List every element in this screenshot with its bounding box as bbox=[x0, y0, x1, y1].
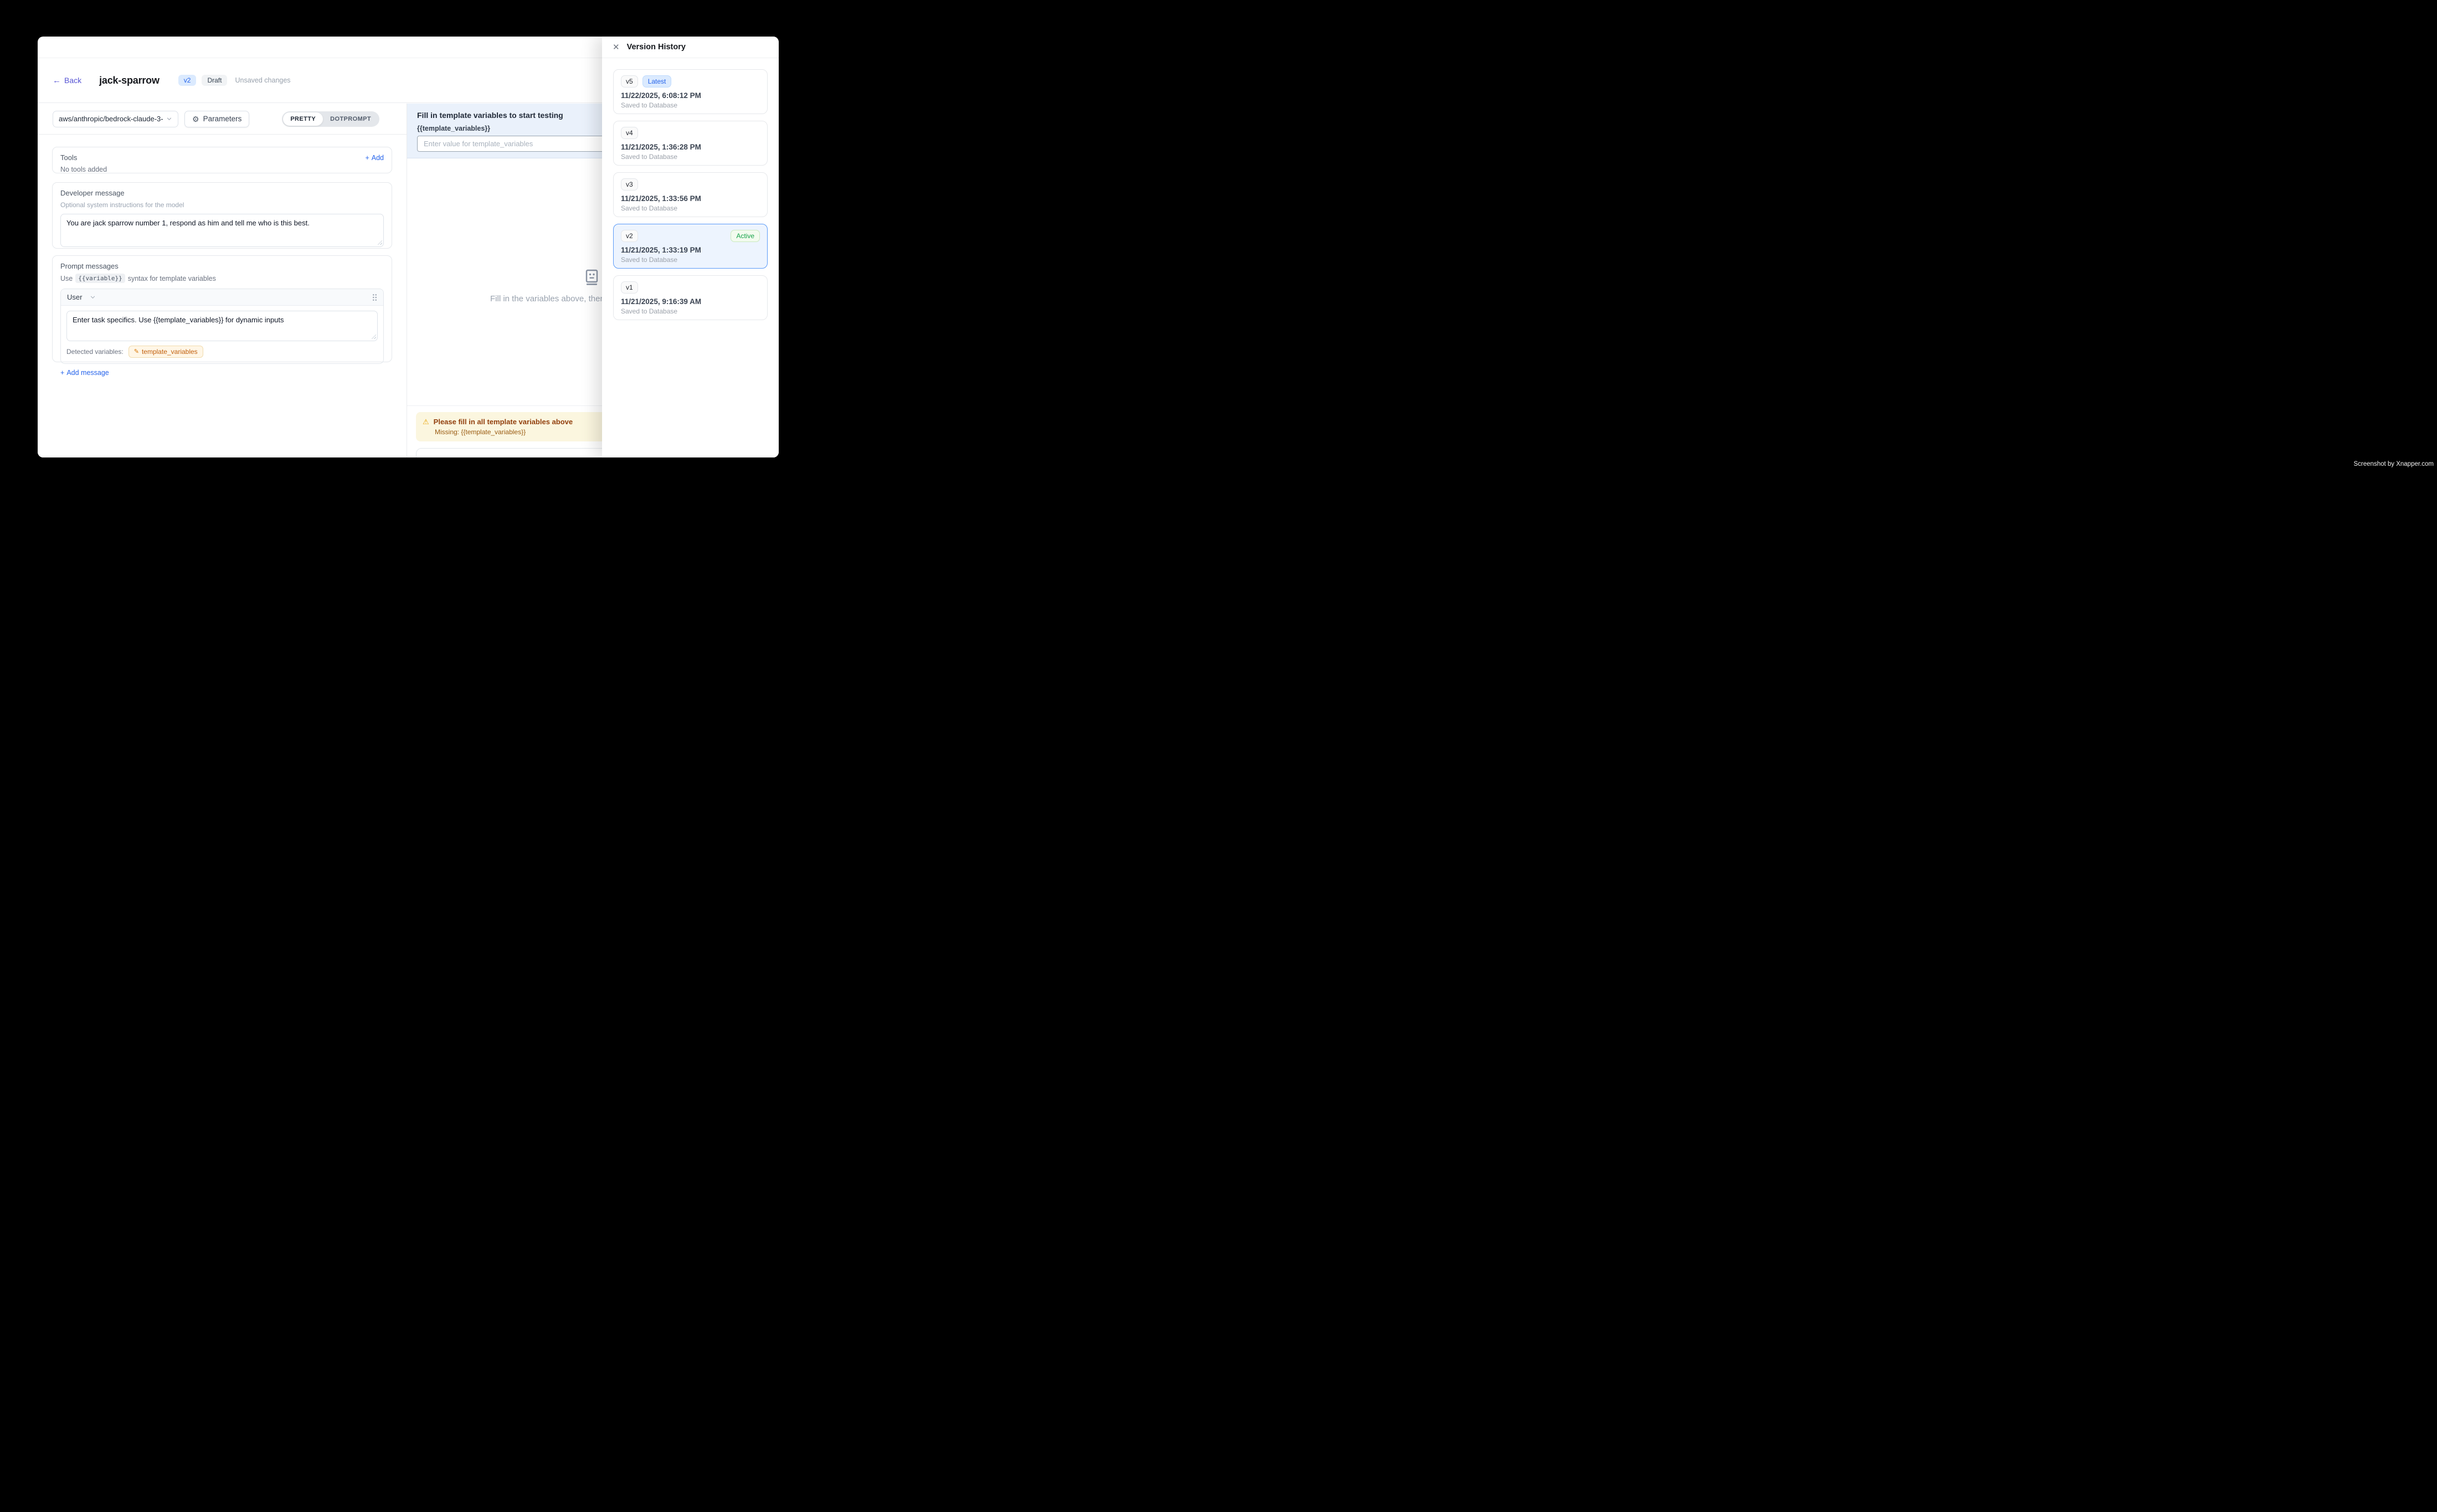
drag-handle-icon[interactable] bbox=[372, 294, 377, 301]
version-number-badge: v2 bbox=[621, 230, 638, 242]
app-window: ← Back jack-sparrow v2 Draft Unsaved cha… bbox=[38, 37, 779, 457]
version-status: Saved to Database bbox=[621, 101, 760, 109]
developer-message-title: Developer message bbox=[60, 189, 384, 197]
back-arrow-icon: ← bbox=[53, 76, 61, 85]
gear-icon: ⚙ bbox=[192, 115, 199, 123]
version-card-v5[interactable]: v5 Latest 11/22/2025, 6:08:12 PM Saved t… bbox=[613, 69, 768, 114]
model-select-value: aws/anthropic/bedrock-claude-3-5-s... bbox=[59, 115, 163, 123]
plus-icon: + bbox=[60, 369, 64, 377]
detected-variable-chip[interactable]: ✎ template_variables bbox=[128, 346, 203, 358]
version-status: Saved to Database bbox=[621, 256, 760, 264]
warning-title: Please fill in all template variables ab… bbox=[434, 418, 573, 426]
add-tool-label: Add bbox=[372, 154, 384, 162]
empty-state-hint: Fill in the variables above, then typ bbox=[490, 294, 618, 304]
version-status: Saved to Database bbox=[621, 204, 760, 212]
version-number-badge: v4 bbox=[621, 127, 638, 139]
version-timestamp: 11/21/2025, 9:16:39 AM bbox=[621, 297, 760, 306]
add-message-label: Add message bbox=[66, 369, 109, 377]
developer-message-subtitle: Optional system instructions for the mod… bbox=[60, 201, 384, 209]
parameters-label: Parameters bbox=[203, 115, 242, 123]
add-message-button[interactable]: + Add message bbox=[60, 369, 384, 377]
screenshot-background: ← Back jack-sparrow v2 Draft Unsaved cha… bbox=[0, 0, 2437, 1512]
role-select[interactable]: User bbox=[67, 293, 96, 301]
version-number-badge: v1 bbox=[621, 281, 638, 294]
close-icon[interactable]: ✕ bbox=[613, 43, 620, 52]
config-panel: aws/anthropic/bedrock-claude-3-5-s... ⚙ … bbox=[38, 104, 407, 457]
version-timestamp: 11/21/2025, 1:36:28 PM bbox=[621, 143, 760, 151]
detected-variable-name: template_variables bbox=[142, 348, 198, 356]
version-timestamp: 11/21/2025, 1:33:19 PM bbox=[621, 246, 760, 254]
version-history-panel: ✕ Version History v5 Latest 11/22/2025, … bbox=[602, 37, 779, 457]
developer-message-input[interactable]: You are jack sparrow number 1, respond a… bbox=[60, 214, 384, 247]
latest-badge: Latest bbox=[642, 75, 672, 88]
version-history-title: Version History bbox=[627, 43, 686, 52]
detected-variables-label: Detected variables: bbox=[66, 348, 124, 356]
config-scroll-area: Tools + Add No tools added Developer mes… bbox=[38, 135, 407, 362]
message-role-header: User bbox=[61, 289, 383, 306]
watermark-text: Screenshot by Xnapper.com bbox=[2354, 461, 2434, 467]
version-status: Saved to Database bbox=[621, 153, 760, 161]
variable-syntax-chip: {{variable}} bbox=[75, 274, 125, 283]
warning-icon: ⚠ bbox=[423, 418, 429, 425]
developer-message-card: Developer message Optional system instru… bbox=[52, 182, 392, 249]
hint-suffix: syntax for template variables bbox=[128, 275, 216, 282]
version-number-badge: v5 bbox=[621, 75, 638, 88]
version-history-list: v5 Latest 11/22/2025, 6:08:12 PM Saved t… bbox=[602, 58, 779, 331]
back-button[interactable]: ← Back bbox=[53, 76, 81, 85]
role-select-value: User bbox=[67, 293, 82, 301]
toggle-dotprompt[interactable]: DOTPROMPT bbox=[323, 112, 378, 126]
detected-variables-row: Detected variables: ✎ template_variables bbox=[61, 341, 383, 363]
version-badge: v2 bbox=[178, 75, 197, 86]
prompt-messages-title: Prompt messages bbox=[60, 262, 384, 270]
version-card-v1[interactable]: v1 11/21/2025, 9:16:39 AM Saved to Datab… bbox=[613, 275, 768, 320]
chevron-down-icon bbox=[166, 116, 172, 122]
prompt-message-input[interactable]: Enter task specifics. Use {{template_var… bbox=[66, 311, 378, 341]
prompt-messages-card: Prompt messages Use {{variable}} syntax … bbox=[52, 255, 392, 362]
back-label: Back bbox=[64, 76, 81, 85]
model-select[interactable]: aws/anthropic/bedrock-claude-3-5-s... bbox=[53, 111, 178, 127]
version-number-badge: v3 bbox=[621, 178, 638, 191]
version-timestamp: 11/22/2025, 6:08:12 PM bbox=[621, 91, 760, 100]
model-toolbar: aws/anthropic/bedrock-claude-3-5-s... ⚙ … bbox=[38, 104, 407, 135]
view-mode-toggle: PRETTY DOTPROMPT bbox=[282, 111, 379, 127]
status-badge: Draft bbox=[202, 75, 227, 86]
prompt-syntax-hint: Use {{variable}} syntax for template var… bbox=[60, 274, 384, 283]
version-card-v3[interactable]: v3 11/21/2025, 1:33:56 PM Saved to Datab… bbox=[613, 172, 768, 217]
version-history-header: ✕ Version History bbox=[602, 37, 779, 58]
version-timestamp: 11/21/2025, 1:33:56 PM bbox=[621, 194, 760, 203]
plus-icon: + bbox=[365, 154, 369, 162]
version-status: Saved to Database bbox=[621, 307, 760, 315]
version-card-v2-active[interactable]: v2 Active 11/21/2025, 1:33:19 PM Saved t… bbox=[613, 224, 768, 269]
prompt-message-block: User Enter task specifics. Use {{templat… bbox=[60, 289, 384, 364]
pencil-icon: ✎ bbox=[134, 349, 139, 355]
active-badge: Active bbox=[731, 230, 760, 242]
tools-card: Tools + Add No tools added bbox=[52, 147, 392, 173]
chevron-down-icon bbox=[90, 294, 96, 300]
version-card-v4[interactable]: v4 11/21/2025, 1:36:28 PM Saved to Datab… bbox=[613, 121, 768, 166]
toggle-pretty[interactable]: PRETTY bbox=[283, 112, 323, 126]
bot-face-icon bbox=[584, 269, 599, 288]
unsaved-changes-text: Unsaved changes bbox=[235, 76, 290, 84]
tools-empty-text: No tools added bbox=[60, 166, 384, 173]
tools-title: Tools bbox=[60, 153, 77, 162]
parameters-button[interactable]: ⚙ Parameters bbox=[184, 111, 249, 127]
page-title: jack-sparrow bbox=[99, 75, 160, 86]
hint-prefix: Use bbox=[60, 275, 73, 282]
add-tool-button[interactable]: + Add bbox=[365, 154, 384, 162]
